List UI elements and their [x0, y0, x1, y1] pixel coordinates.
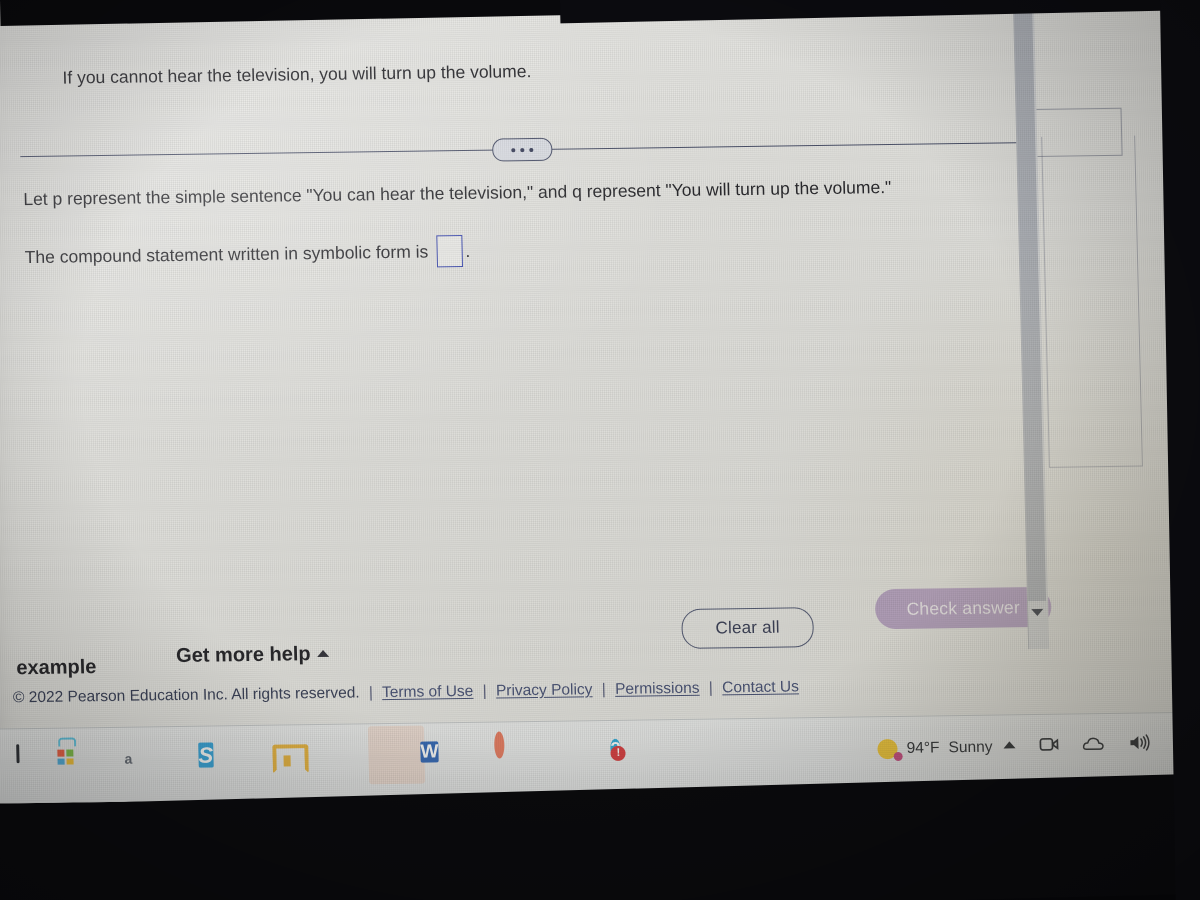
copyright-text: © 2022 Pearson Education Inc. All rights…: [12, 684, 360, 707]
side-panel-outline-body: [1041, 135, 1143, 468]
symbolic-form-input[interactable]: [435, 235, 463, 268]
example-link[interactable]: example: [16, 656, 97, 680]
monitor-photo: Use letters to represent each non-negate…: [0, 0, 1200, 900]
section-divider: [20, 131, 1031, 167]
s-glyph: S: [198, 742, 214, 768]
footer-separator: |: [601, 681, 606, 699]
answer-prompt-label: The compound statement written in symbol…: [24, 240, 429, 267]
taskbar-app-list: a S W ?: [0, 731, 645, 777]
answer-prompt-row: The compound statement written in symbol…: [24, 235, 470, 273]
app-orange-ring-icon[interactable]: [493, 731, 529, 770]
footer-separator: |: [708, 679, 714, 697]
chevron-up-icon[interactable]: [1003, 740, 1016, 748]
scroll-down-arrow-icon[interactable]: [1031, 608, 1044, 617]
speaker-icon[interactable]: [1128, 733, 1150, 751]
taskbar-weather-widget[interactable]: 94°F Sunny: [877, 738, 993, 760]
pearson-exercise-page: Use letters to represent each non-negate…: [0, 0, 1143, 764]
dot-icon: [520, 147, 525, 152]
screen-surface: Use letters to represent each non-negate…: [0, 0, 1200, 804]
let-statement-text: Let p represent the simple sentence "You…: [23, 177, 892, 210]
system-tray: [1003, 733, 1150, 753]
dot-icon: [529, 147, 534, 152]
vertical-scrollbar-thumb[interactable]: [1012, 0, 1047, 602]
footer-link-contact-us[interactable]: Contact Us: [722, 678, 799, 696]
microsoft-edge-icon[interactable]: [346, 738, 381, 772]
footer-link-terms-of-use[interactable]: Terms of Use: [382, 683, 474, 701]
check-answer-button[interactable]: Check answer: [874, 586, 1052, 630]
footer-link-privacy-policy[interactable]: Privacy Policy: [496, 681, 593, 699]
task-view-icon[interactable]: [0, 743, 11, 777]
get-more-help-button[interactable]: Get more help: [176, 643, 330, 668]
footer-separator: |: [482, 682, 487, 700]
answer-prompt-period: .: [465, 240, 471, 261]
weather-condition: Sunny: [948, 738, 993, 757]
app-s-tile-icon[interactable]: S: [198, 740, 233, 774]
cloud-icon[interactable]: [1082, 736, 1104, 751]
footer-link-permissions[interactable]: Permissions: [615, 680, 700, 698]
help-alert-icon[interactable]: ?: [610, 734, 645, 768]
app-house-icon[interactable]: [272, 739, 307, 773]
clear-all-button[interactable]: Clear all: [681, 607, 815, 649]
word-glyph: W: [420, 741, 439, 763]
more-options-ellipsis-button[interactable]: [492, 137, 553, 162]
camera-icon[interactable]: [1039, 735, 1059, 752]
footer-separator: |: [368, 684, 374, 702]
page-footer: © 2022 Pearson Education Inc. All rights…: [13, 674, 1073, 707]
sun-icon: [877, 738, 898, 760]
given-statement-text: If you cannot hear the television, you w…: [62, 61, 532, 88]
microsoft-store-icon[interactable]: [50, 742, 85, 776]
dot-icon: [511, 147, 516, 152]
app-a-icon[interactable]: a: [124, 741, 159, 775]
weather-temperature: 94°F: [906, 739, 940, 757]
microsoft-word-icon[interactable]: W: [420, 737, 455, 771]
get-more-help-label: Get more help: [175, 643, 311, 668]
caret-up-icon: [317, 649, 330, 657]
